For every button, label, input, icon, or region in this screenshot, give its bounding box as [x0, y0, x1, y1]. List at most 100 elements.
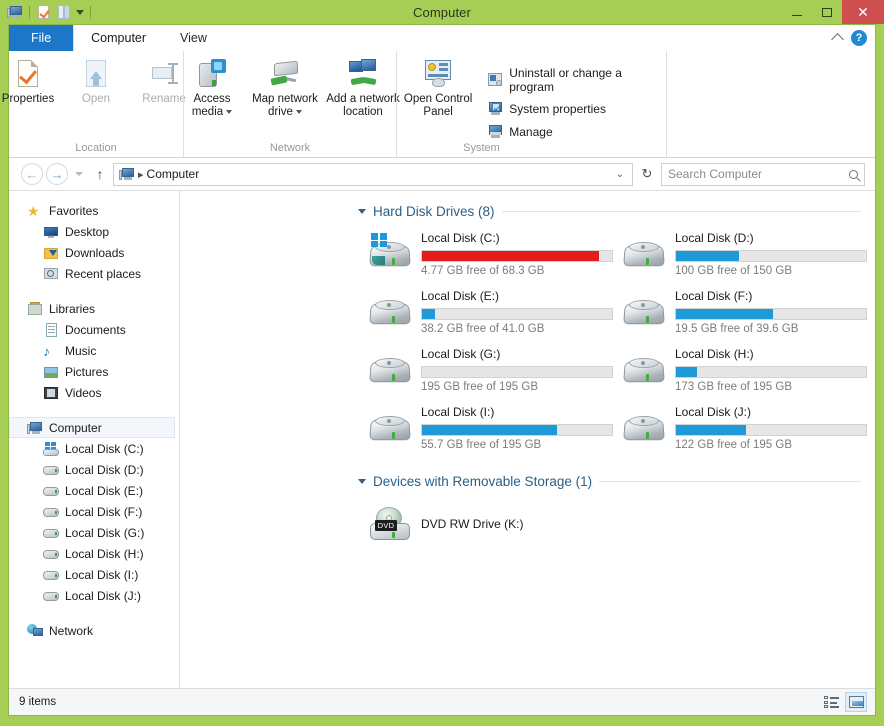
sidebar-item-label: Documents — [65, 323, 126, 337]
sidebar-item-label: Network — [49, 624, 93, 638]
dvd-badge-label: DVD — [375, 520, 397, 531]
sidebar-item-label: Local Disk (C:) — [65, 442, 144, 456]
sidebar-item-recent-places[interactable]: Recent places — [9, 263, 179, 284]
forward-button[interactable]: → — [46, 163, 68, 185]
add-network-location-button[interactable]: Add a network location — [324, 56, 402, 119]
drive-icon — [43, 504, 59, 520]
sidebar-item-local-disk-j[interactable]: Local Disk (J:) — [9, 585, 179, 606]
drive-tile-g[interactable]: Local Disk (G:) 195 GB free of 195 GB — [366, 344, 620, 400]
preview-pane-icon[interactable] — [56, 4, 72, 20]
uninstall-program-label: Uninstall or change a program — [509, 66, 666, 94]
open-button-label: Open — [82, 93, 110, 106]
maximize-button[interactable] — [812, 0, 842, 24]
drive-tile-j[interactable]: Local Disk (J:) 122 GB free of 195 GB — [620, 402, 874, 458]
large-icons-view-button[interactable] — [845, 692, 867, 712]
ribbon-tabs-filler: ? — [224, 25, 875, 51]
sidebar-item-music[interactable]: ♪ Music — [9, 340, 179, 361]
properties-button[interactable]: Properties — [0, 56, 62, 106]
drive-tile-h[interactable]: Local Disk (H:) 173 GB free of 195 GB — [620, 344, 874, 400]
capacity-bar-fill — [676, 367, 697, 377]
sidebar-item-local-disk-h[interactable]: Local Disk (H:) — [9, 543, 179, 564]
system-properties-button[interactable]: System properties — [487, 99, 666, 119]
sidebar-item-local-disk-i[interactable]: Local Disk (I:) — [9, 564, 179, 585]
breadcrumb-item-computer[interactable]: Computer — [147, 167, 200, 181]
properties-button-label: Properties — [2, 93, 54, 106]
divider — [90, 6, 91, 19]
drive-free-space: 122 GB free of 195 GB — [675, 438, 874, 453]
computer-icon — [27, 420, 43, 436]
tab-view[interactable]: View — [163, 25, 224, 51]
sidebar-item-pictures[interactable]: Pictures — [9, 361, 179, 382]
sidebar-item-favorites[interactable]: ★ Favorites — [9, 200, 179, 221]
open-control-panel-label: Open Control Panel — [399, 93, 477, 119]
sidebar-item-label: Downloads — [65, 246, 124, 260]
sidebar-item-documents[interactable]: Documents — [9, 319, 179, 340]
tab-file[interactable]: File — [9, 25, 74, 51]
help-icon[interactable]: ? — [851, 30, 867, 46]
refresh-button[interactable]: ↻ — [636, 166, 658, 182]
tab-computer[interactable]: Computer — [74, 25, 163, 51]
ribbon-group-label: System — [463, 142, 500, 157]
sidebar-item-local-disk-e[interactable]: Local Disk (E:) — [9, 480, 179, 501]
capacity-bar — [421, 424, 613, 436]
sidebar-item-videos[interactable]: Videos — [9, 382, 179, 403]
drive-tile-c[interactable]: Local Disk (C:) 4.77 GB free of 68.3 GB — [366, 228, 620, 284]
drive-tile-d[interactable]: Local Disk (D:) 100 GB free of 150 GB — [620, 228, 874, 284]
pictures-icon — [43, 364, 59, 380]
recent-locations-icon[interactable] — [75, 172, 83, 176]
sidebar-item-local-disk-d[interactable]: Local Disk (D:) — [9, 459, 179, 480]
drive-icon — [43, 525, 59, 541]
map-network-drive-button[interactable]: Map network drive — [246, 56, 324, 119]
drive-icon — [620, 291, 666, 335]
collapse-triangle-icon[interactable] — [358, 209, 366, 214]
drive-icon — [43, 462, 59, 478]
sidebar-item-label: Local Disk (J:) — [65, 589, 141, 603]
documents-icon — [43, 322, 59, 338]
sidebar-item-local-disk-f[interactable]: Local Disk (F:) — [9, 501, 179, 522]
navigation-pane: ★ Favorites Desktop Downloads Recent pla… — [9, 191, 180, 688]
manage-button[interactable]: Manage — [487, 122, 666, 142]
capacity-bar — [421, 250, 613, 262]
sidebar-item-label: Local Disk (I:) — [65, 568, 138, 582]
sidebar-item-network[interactable]: Network — [9, 620, 179, 641]
chevron-down-icon[interactable]: ⌄ — [616, 169, 628, 180]
spacer — [9, 606, 179, 620]
sidebar-item-downloads[interactable]: Downloads — [9, 242, 179, 263]
sidebar-item-computer[interactable]: Computer — [9, 417, 175, 438]
access-media-button[interactable]: Access media — [178, 56, 246, 119]
uninstall-program-button[interactable]: Uninstall or change a program — [487, 64, 666, 96]
details-view-button[interactable] — [820, 692, 842, 712]
file-list-pane[interactable]: Hard Disk Drives (8) Local Disk (C:) — [180, 191, 875, 688]
computer-icon[interactable] — [7, 4, 23, 20]
drive-tile-k[interactable]: DVD DVD RW Drive (K:) — [366, 498, 620, 550]
sidebar-item-desktop[interactable]: Desktop — [9, 221, 179, 242]
drive-name: Local Disk (C:) — [421, 230, 620, 247]
chevron-down-icon[interactable] — [76, 10, 84, 15]
add-network-location-icon — [347, 58, 379, 90]
group-header-hard-disk-drives[interactable]: Hard Disk Drives (8) — [180, 200, 875, 222]
drive-tile-e[interactable]: Local Disk (E:) 38.2 GB free of 41.0 GB — [366, 286, 620, 342]
open-control-panel-button[interactable]: Open Control Panel — [397, 56, 479, 119]
drive-tile-f[interactable]: Local Disk (F:) 19.5 GB free of 39.6 GB — [620, 286, 874, 342]
sidebar-item-local-disk-c[interactable]: Local Disk (C:) — [9, 438, 179, 459]
back-button[interactable]: ← — [21, 163, 43, 185]
collapse-triangle-icon[interactable] — [358, 479, 366, 484]
properties-icon[interactable] — [36, 4, 52, 20]
sidebar-item-local-disk-g[interactable]: Local Disk (G:) — [9, 522, 179, 543]
capacity-bar — [675, 424, 867, 436]
chevron-up-icon[interactable] — [831, 33, 844, 46]
sidebar-item-libraries[interactable]: Libraries — [9, 298, 179, 319]
group-header-removable-storage[interactable]: Devices with Removable Storage (1) — [180, 470, 875, 492]
open-button[interactable]: Open — [62, 56, 130, 106]
ribbon-tabs: File Computer View ? — [9, 25, 875, 51]
sidebar-item-label: Videos — [65, 386, 101, 400]
up-button[interactable]: ↑ — [90, 166, 110, 182]
capacity-bar — [675, 366, 867, 378]
close-button[interactable]: ✕ — [842, 0, 884, 24]
drive-tile-i[interactable]: Local Disk (I:) 55.7 GB free of 195 GB — [366, 402, 620, 458]
minimize-button[interactable] — [782, 0, 812, 24]
sidebar-item-label: Libraries — [49, 302, 95, 316]
breadcrumb[interactable]: ▸ Computer ⌄ — [113, 163, 633, 186]
search-input[interactable]: Search Computer — [661, 163, 865, 186]
capacity-bar-fill — [422, 251, 599, 261]
